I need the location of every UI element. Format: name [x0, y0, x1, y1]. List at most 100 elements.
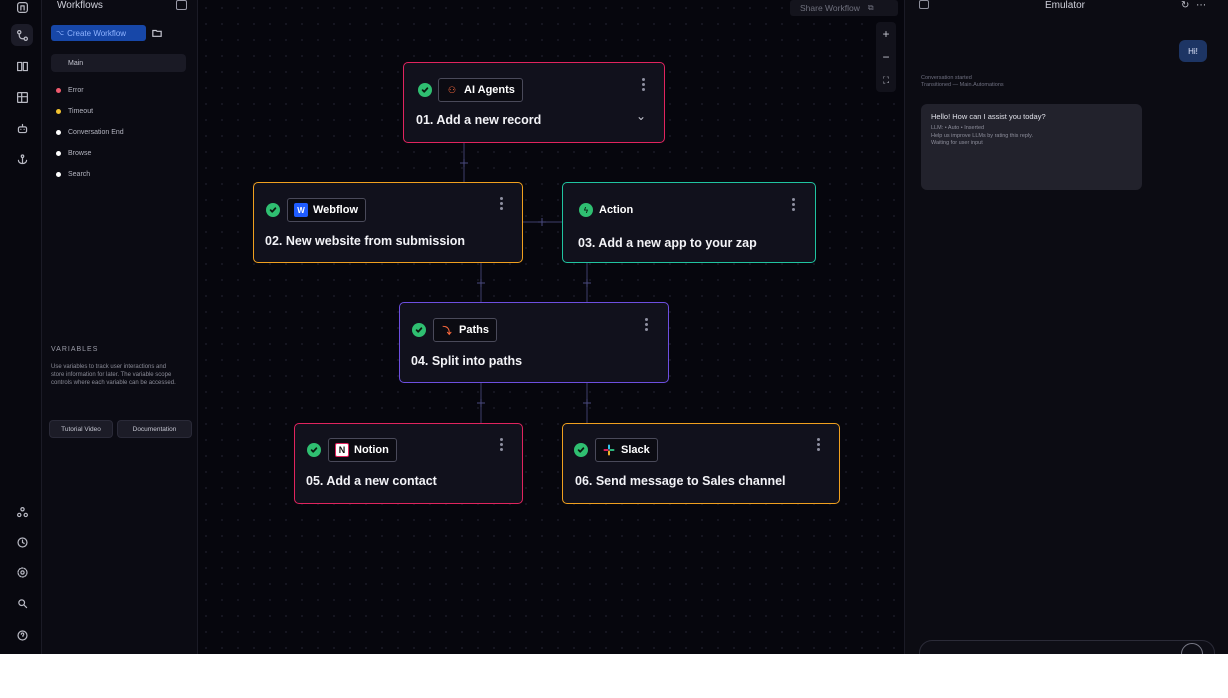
settings-icon[interactable] — [11, 561, 33, 583]
workflow-label: Search — [68, 171, 91, 178]
workflows-icon[interactable] — [11, 24, 33, 46]
status-dot — [56, 88, 61, 93]
workflow-step-3[interactable]: ϟ Action 03. Add a new app to your zap — [562, 182, 816, 263]
workflow-item-main[interactable]: Main — [51, 54, 186, 72]
book-icon[interactable] — [11, 55, 33, 77]
workflow-label: Error — [68, 87, 84, 94]
chevron-down-icon[interactable]: ⌄ — [636, 110, 648, 122]
app-chip: ⚇ AI Agents — [438, 78, 523, 102]
workflow-step-6[interactable]: Slack 06. Send message to Sales channel — [562, 423, 840, 504]
new-folder-icon[interactable] — [150, 25, 164, 41]
workflow-step-1[interactable]: ⚇ AI Agents 01. Add a new record ⌄ — [403, 62, 665, 143]
more-options-icon[interactable] — [792, 198, 796, 211]
bot-message: Hello! How can I assist you today? LLM: … — [921, 104, 1142, 190]
check-icon — [307, 443, 321, 457]
workflow-item-error[interactable]: Error — [56, 80, 186, 101]
workflow-label: Conversation End — [68, 129, 124, 136]
home-icon[interactable] — [11, 0, 33, 18]
paths-icon: ⤵ — [442, 325, 452, 336]
step-title: 01. Add a new record — [416, 113, 542, 127]
ai-agents-icon: ⚇ — [447, 84, 457, 95]
status-dot — [56, 109, 61, 114]
restart-icon[interactable]: ↻ — [1181, 0, 1189, 11]
conversation-meta: Conversation started Transitioned — Main… — [921, 75, 1004, 89]
app-label: Webflow — [313, 204, 359, 216]
step-title: 06. Send message to Sales channel — [575, 474, 786, 488]
panel-title: Workflows — [57, 0, 103, 11]
bot-details: LLM: • Auto • Inserted Help us improve L… — [931, 125, 1132, 148]
step-title: 02. New website from submission — [265, 234, 466, 248]
workflow-item-search[interactable]: Search — [56, 164, 186, 185]
emulator-actions: ↻ ⋯ — [1181, 0, 1206, 11]
app-window: Workflows ⌥ Create Workflow Main Error T… — [0, 0, 1228, 654]
check-icon — [418, 83, 432, 97]
workflows-panel: Workflows ⌥ Create Workflow Main Error T… — [42, 0, 198, 654]
branch-icon: ⌥ — [56, 30, 65, 37]
more-options-icon[interactable] — [817, 438, 821, 451]
app-chip: ⤵ Paths — [433, 318, 497, 342]
workflow-step-2[interactable]: W Webflow 02. New website from submissio… — [253, 182, 523, 263]
status-dot — [56, 151, 61, 156]
documentation-button[interactable]: Documentation — [117, 420, 192, 438]
workflow-step-5[interactable]: N Notion 05. Add a new contact — [294, 423, 523, 504]
check-icon — [412, 323, 426, 337]
bot-icon[interactable] — [11, 117, 33, 139]
history-icon[interactable] — [11, 531, 33, 553]
slack-icon — [602, 443, 616, 457]
step-title: 04. Split into paths — [411, 354, 523, 368]
create-workflow-button[interactable]: ⌥ Create Workflow — [51, 25, 146, 41]
app-chip: Slack — [595, 438, 658, 462]
check-icon — [266, 203, 280, 217]
notion-icon: N — [335, 443, 349, 457]
action-icon: ϟ — [579, 203, 593, 217]
status-dot — [56, 130, 61, 135]
status-dot — [56, 172, 61, 177]
step-title: 05. Add a new contact — [306, 474, 437, 488]
bot-detail-line: LLM: • Auto • Inserted — [931, 125, 985, 131]
variables-heading: VARIABLES — [51, 346, 99, 353]
webflow-icon: W — [294, 203, 308, 217]
workflow-item-browse[interactable]: Browse — [56, 143, 186, 164]
icon-rail — [0, 0, 42, 654]
create-workflow-label: Create Workflow — [67, 28, 127, 38]
bot-detail-line[interactable]: Help us improve LLMs by rating this repl… — [931, 133, 1132, 141]
more-icon[interactable]: ⋯ — [1196, 0, 1206, 11]
workflow-item-conversation-end[interactable]: Conversation End — [56, 122, 186, 143]
workflow-label: Timeout — [68, 108, 94, 115]
workflow-list: Error Timeout Conversation End Browse Se… — [56, 80, 186, 185]
workflow-canvas[interactable]: Share Workflow ⧉ + − ⛶ ⚇ AI Agents 01. A… — [198, 0, 904, 654]
workflow-item-timeout[interactable]: Timeout — [56, 101, 186, 122]
collapse-panel-icon[interactable] — [176, 0, 187, 10]
more-options-icon[interactable] — [500, 197, 504, 210]
help-icon[interactable] — [11, 624, 33, 646]
meta-line: Transitioned — Main.Automations — [921, 82, 1004, 88]
app-label: Notion — [354, 444, 389, 456]
integrations-icon[interactable] — [11, 501, 33, 523]
search-icon[interactable] — [11, 592, 33, 614]
tutorial-video-button[interactable]: Tutorial Video — [49, 420, 113, 438]
app-chip: ϟ Action — [579, 203, 633, 217]
emulator-title: Emulator — [1044, 0, 1085, 11]
message-input[interactable] — [919, 640, 1215, 654]
user-message: Hi! — [1179, 40, 1207, 62]
app-label: Paths — [459, 324, 489, 336]
table-icon[interactable] — [11, 86, 33, 108]
workflow-step-4[interactable]: ⤵ Paths 04. Split into paths — [399, 302, 669, 383]
app-label: Action — [599, 204, 634, 216]
more-options-icon[interactable] — [500, 438, 504, 451]
app-label: AI Agents — [464, 84, 515, 96]
more-options-icon[interactable] — [645, 318, 649, 331]
step-title: 03. Add a new app to your zap — [578, 236, 757, 250]
workflow-label: Browse — [68, 150, 92, 157]
meta-line: Conversation started — [921, 75, 972, 81]
bot-detail-line: Waiting for user input — [931, 140, 983, 146]
variables-description: Use variables to track user interactions… — [51, 364, 176, 387]
bot-greeting: Hello! How can I assist you today? — [931, 112, 1046, 121]
app-label: Slack — [621, 444, 650, 456]
check-icon — [574, 443, 588, 457]
app-chip: W Webflow — [287, 198, 367, 222]
emulator-panel: Emulator ↻ ⋯ Hi! Conversation started Tr… — [904, 0, 1228, 654]
more-options-icon[interactable] — [642, 78, 646, 91]
anchor-icon[interactable] — [11, 148, 33, 170]
app-chip: N Notion — [328, 438, 397, 462]
